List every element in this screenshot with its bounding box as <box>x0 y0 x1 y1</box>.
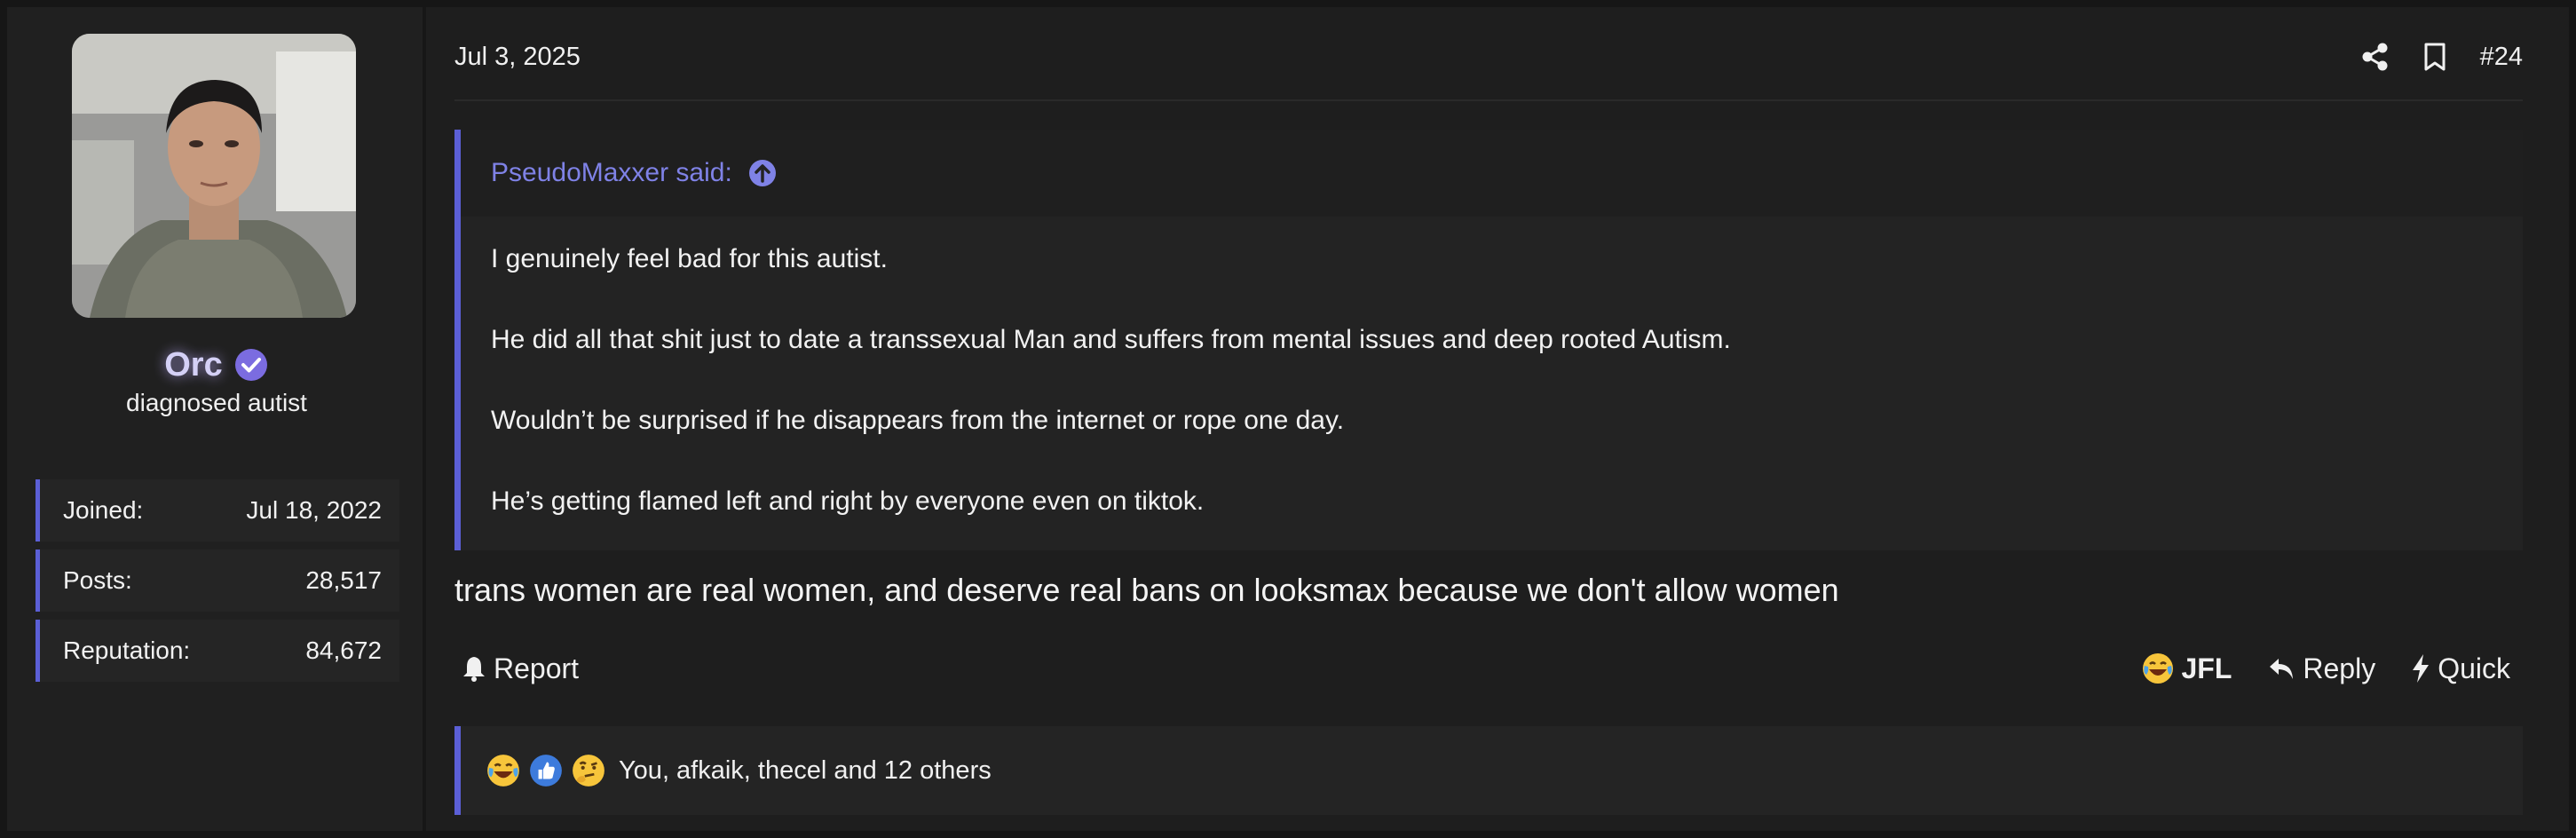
laughing-crying-emoji-icon <box>2142 653 2173 684</box>
bell-icon <box>463 657 485 682</box>
post-date[interactable]: Jul 3, 2025 <box>454 43 581 72</box>
stat-label: Joined: <box>63 496 144 524</box>
avatar[interactable] <box>72 34 356 318</box>
report-label: Report <box>494 652 580 684</box>
quote-line: I genuinely feel bad for this autist. <box>491 244 888 273</box>
share-icon[interactable] <box>2361 42 2390 72</box>
stat-posts[interactable]: Posts: 28,517 <box>36 549 399 612</box>
stat-value: Jul 18, 2022 <box>246 496 382 524</box>
lightning-bolt-icon <box>2413 654 2430 683</box>
thinking-emoji-icon <box>573 755 604 787</box>
thumbs-up-icon <box>530 755 562 787</box>
quote-header: PseudoMaxxer said: <box>461 130 2523 217</box>
stat-label: Posts: <box>63 566 132 594</box>
quote-line: He did all that shit just to date a tran… <box>491 325 1731 354</box>
stat-reputation: Reputation: 84,672 <box>36 620 399 682</box>
stat-label: Reputation: <box>63 636 191 664</box>
post-footer-right: JFL Reply Quick <box>2141 648 2510 689</box>
arrow-up-circle-icon[interactable] <box>748 159 777 187</box>
jfl-reaction-button[interactable]: JFL <box>2141 652 2232 685</box>
quote-line: He’s getting flamed left and right by ev… <box>491 486 1205 516</box>
user-title: diagnosed autist <box>126 389 307 416</box>
username[interactable]: Orc <box>164 346 222 384</box>
quick-reply-button[interactable]: Quick <box>2411 652 2510 685</box>
user-stats: Joined: Jul 18, 2022 Posts: 28,517 Reput… <box>36 479 399 690</box>
reaction-users[interactable]: You, afkaik, thecel and 12 others <box>619 756 992 786</box>
stat-joined: Joined: Jul 18, 2022 <box>36 479 399 542</box>
post-main: Jul 3, 2025 #24 PseudoMaxxer said: I gen… <box>454 7 2523 831</box>
quote-line: Wouldn’t be surprised if he disappears f… <box>491 406 1345 435</box>
reactions-bar[interactable]: You, afkaik, thecel and 12 others <box>454 726 2523 815</box>
post-number[interactable]: #24 <box>2480 43 2523 72</box>
post-footer-left: Report <box>462 648 579 689</box>
post-header-actions: #24 <box>2361 37 2523 76</box>
quote-block: PseudoMaxxer said: I genuinely feel bad … <box>454 130 2523 550</box>
laughing-crying-emoji-icon <box>487 755 519 787</box>
user-sidebar: Orc diagnosed autist Joined: Jul 18, 202… <box>7 7 426 831</box>
reply-arrow-icon <box>2270 659 2294 679</box>
verified-check-icon <box>234 349 267 381</box>
header-divider <box>454 99 2523 101</box>
jfl-label: JFL <box>2181 652 2232 684</box>
post-message: trans women are real women, and deserve … <box>454 572 1839 608</box>
bookmark-icon[interactable] <box>2423 42 2446 72</box>
report-button[interactable]: Report <box>462 652 579 685</box>
quote-body: I genuinely feel bad for this autist. He… <box>461 217 2523 566</box>
forum-post: Orc diagnosed autist Joined: Jul 18, 202… <box>0 0 2576 838</box>
stat-value[interactable]: 28,517 <box>305 566 382 595</box>
username-row: Orc <box>7 343 426 387</box>
reply-button[interactable]: Reply <box>2267 652 2375 685</box>
reply-label: Reply <box>2303 652 2376 684</box>
quote-author[interactable]: PseudoMaxxer said: <box>491 158 732 188</box>
quick-label: Quick <box>2438 652 2510 684</box>
avatar-image <box>72 34 356 318</box>
stat-value: 84,672 <box>305 636 382 664</box>
